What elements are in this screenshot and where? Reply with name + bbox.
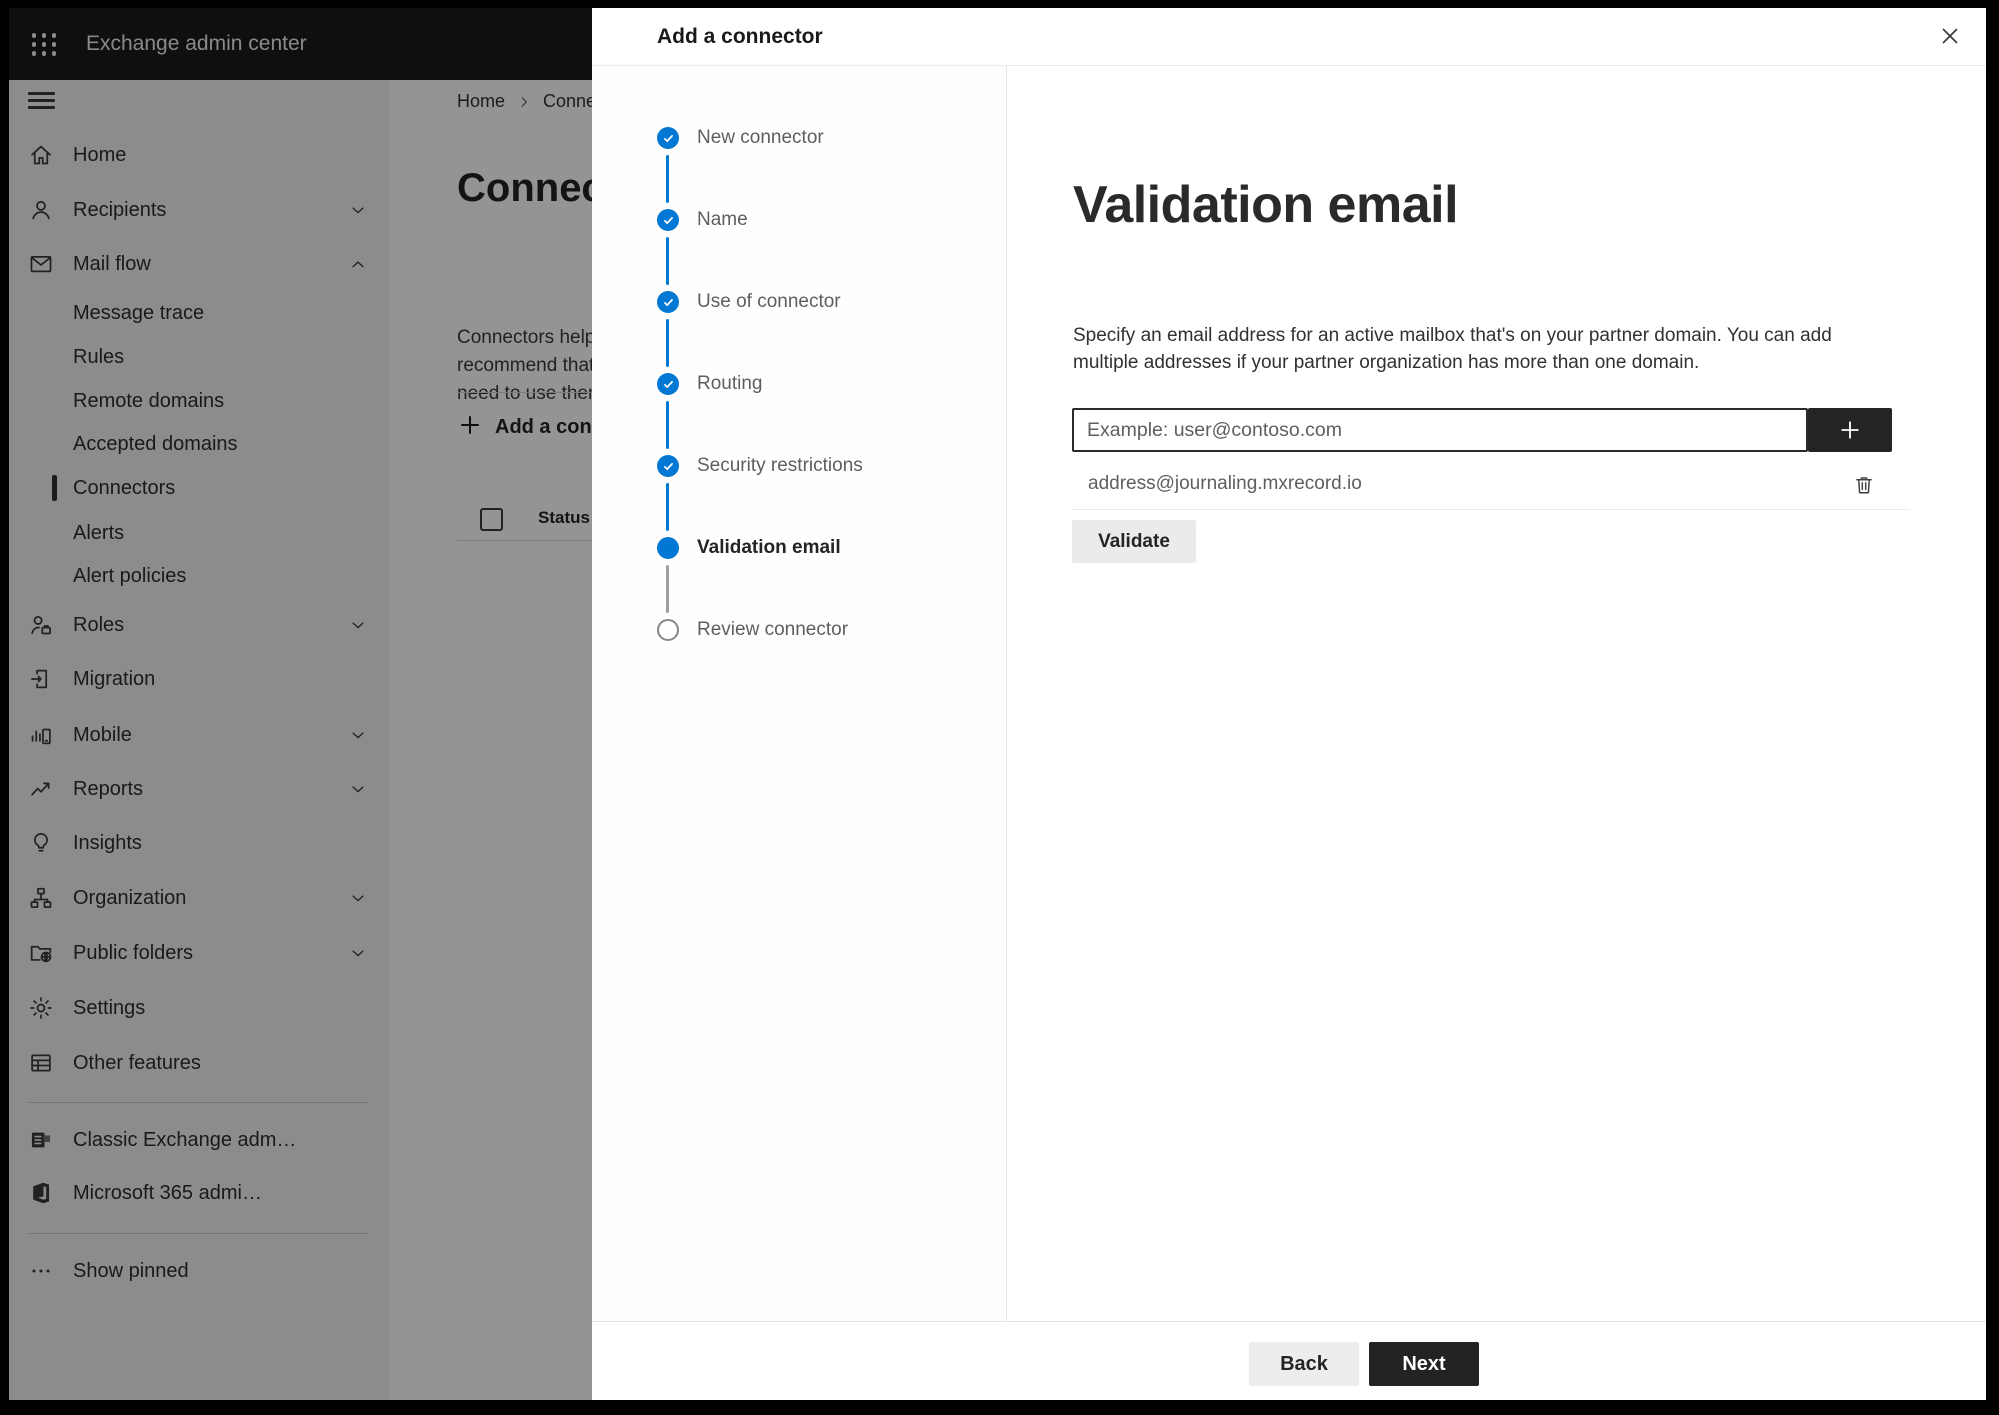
step-check-icon xyxy=(657,455,679,477)
app-window: Exchange admin center Home Recipients Mail… xyxy=(9,8,1986,1400)
close-icon xyxy=(1942,28,1958,44)
wizard-step-new-connector[interactable]: New connector xyxy=(697,126,824,150)
wizard-step-review-connector[interactable]: Review connector xyxy=(697,618,848,642)
wizard-step-name[interactable]: Name xyxy=(697,208,748,232)
step-heading: Validation email xyxy=(1073,176,1459,234)
wizard-step-security-restrictions[interactable]: Security restrictions xyxy=(697,454,863,478)
wizard-step-use-of-connector[interactable]: Use of connector xyxy=(697,290,841,314)
validation-email-input[interactable] xyxy=(1072,408,1808,452)
wizard-steps: New connector Name Use of connector Routing… xyxy=(592,66,1007,1321)
step-check-icon xyxy=(657,373,679,395)
wizard-step-routing[interactable]: Routing xyxy=(697,372,763,396)
step-upcoming-icon xyxy=(657,619,679,641)
back-button[interactable]: Back xyxy=(1249,1342,1359,1386)
step-connector-line xyxy=(666,237,669,285)
delete-address-button[interactable] xyxy=(1851,472,1877,498)
step-check-icon xyxy=(657,291,679,313)
step-check-icon xyxy=(657,127,679,149)
dialog-header: Add a connector xyxy=(592,8,1986,66)
add-address-button[interactable] xyxy=(1808,408,1892,452)
trash-icon xyxy=(1856,477,1872,494)
step-connector-line xyxy=(666,565,669,613)
step-description-line: Specify an email address for an active m… xyxy=(1073,325,1832,346)
added-address-value: address@journaling.mxrecord.io xyxy=(1088,473,1362,494)
step-current-icon xyxy=(657,537,679,559)
added-address-row: address@journaling.mxrecord.io xyxy=(1007,464,1910,504)
dialog-title: Add a connector xyxy=(657,25,823,48)
dialog-body: New connector Name Use of connector Routing… xyxy=(592,66,1986,1321)
wizard-page: Validation email Specify an email addres… xyxy=(1007,66,1986,1321)
step-connector-line xyxy=(666,319,669,367)
plus-icon xyxy=(1841,421,1859,439)
step-connector-line xyxy=(666,483,669,531)
validate-button[interactable]: Validate xyxy=(1072,520,1196,563)
step-description-line: multiple addresses if your partner organ… xyxy=(1073,352,1700,373)
step-description: Specify an email address for an active m… xyxy=(1073,322,1832,376)
next-button[interactable]: Next xyxy=(1369,1342,1479,1386)
step-connector-line xyxy=(666,155,669,203)
step-check-icon xyxy=(657,209,679,231)
step-connector-line xyxy=(666,401,669,449)
address-list-divider xyxy=(1072,509,1910,510)
add-connector-dialog: Add a connector New connector Name Use of … xyxy=(592,8,1986,1400)
dialog-footer: Back Next xyxy=(592,1321,1986,1400)
wizard-step-validation-email[interactable]: Validation email xyxy=(697,536,841,560)
close-button[interactable] xyxy=(1930,16,1970,56)
